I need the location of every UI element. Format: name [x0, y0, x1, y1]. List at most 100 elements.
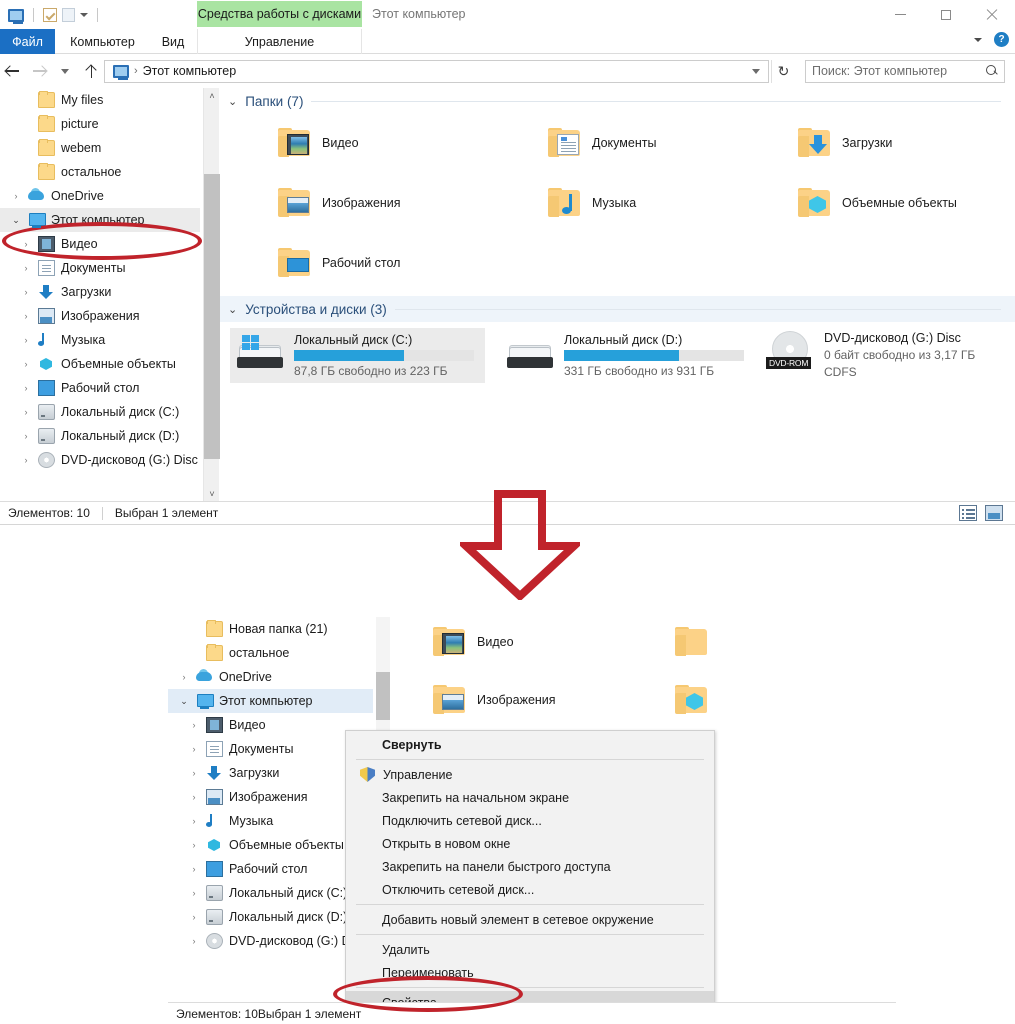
folder-tile-desktop[interactable]: Рабочий стол: [278, 248, 400, 278]
chevron-right-icon[interactable]: ›: [10, 191, 22, 201]
navigation-scrollbar[interactable]: ˄ ˅: [203, 88, 219, 502]
chevron-right-icon[interactable]: ›: [188, 936, 200, 946]
details-view-button[interactable]: [959, 505, 977, 521]
sidebar-item-5[interactable]: ›Документы: [168, 737, 373, 761]
folder-tile-music[interactable]: Музыка: [548, 188, 636, 218]
menu-item-3[interactable]: Закрепить на начальном экране: [346, 786, 714, 809]
help-icon[interactable]: ?: [994, 32, 1009, 47]
chevron-right-icon[interactable]: ›: [20, 311, 32, 321]
chevron-right-icon[interactable]: ›: [188, 816, 200, 826]
back-button[interactable]: [0, 58, 26, 84]
chevron-down-icon[interactable]: [80, 13, 88, 17]
folder-tile-documents[interactable]: Документы: [548, 128, 656, 158]
tab-manage[interactable]: Управление: [197, 29, 362, 54]
recent-locations-button[interactable]: [52, 58, 78, 84]
address-dropdown-button[interactable]: [746, 69, 766, 74]
sidebar-item-8[interactable]: ›Загрузки: [0, 280, 200, 304]
chevron-right-icon[interactable]: ›: [20, 287, 32, 297]
tab-view[interactable]: Вид: [152, 29, 194, 54]
menu-item-5[interactable]: Открыть в новом окне: [346, 832, 714, 855]
drive-tile-d[interactable]: Локальный диск (D:) 331 ГБ свободно из 9…: [500, 328, 755, 383]
chevron-right-icon[interactable]: ›: [20, 263, 32, 273]
sidebar-item-13[interactable]: ›Локальный диск (C:): [0, 400, 200, 424]
sidebar-item-15[interactable]: ›DVD-дисковод (G:) Disc: [0, 448, 200, 472]
sidebar-item-6[interactable]: ›Видео: [0, 232, 200, 256]
sidebar-item-9[interactable]: ›Изображения: [0, 304, 200, 328]
sidebar-item-2[interactable]: ›OneDrive: [168, 665, 373, 689]
sidebar-item-0[interactable]: My files: [0, 88, 200, 112]
sidebar-item-7[interactable]: ›Изображения: [168, 785, 373, 809]
sidebar-item-12[interactable]: ›Локальный диск (D:): [168, 905, 373, 929]
chevron-right-icon[interactable]: ›: [188, 912, 200, 922]
breadcrumb[interactable]: › Этот компьютер: [107, 64, 236, 78]
refresh-button[interactable]: ↻: [771, 60, 795, 83]
properties-icon[interactable]: [43, 8, 57, 22]
context-menu[interactable]: СвернутьУправлениеЗакрепить на начальном…: [345, 730, 715, 1017]
chevron-right-icon[interactable]: ›: [20, 431, 32, 441]
sidebar-item-1[interactable]: picture: [0, 112, 200, 136]
sidebar-item-9[interactable]: ›Объемные объекты: [168, 833, 373, 857]
chevron-right-icon[interactable]: ›: [188, 864, 200, 874]
address-bar[interactable]: › Этот компьютер: [104, 60, 769, 83]
new-folder-icon[interactable]: [62, 8, 75, 22]
breadcrumb-current[interactable]: Этот компьютер: [143, 64, 236, 78]
chevron-right-icon[interactable]: ›: [20, 407, 32, 417]
sidebar-item-8[interactable]: ›Музыка: [168, 809, 373, 833]
menu-item-11[interactable]: Удалить: [346, 938, 714, 961]
sidebar-item-10[interactable]: ›Рабочий стол: [168, 857, 373, 881]
sidebar-item-3[interactable]: ⌄Этот компьютер: [168, 689, 373, 713]
chevron-down-icon[interactable]: ⌄: [178, 696, 190, 707]
tab-computer[interactable]: Компьютер: [60, 29, 145, 54]
contextual-tab-drive-tools[interactable]: Средства работы с дисками: [197, 1, 362, 27]
chevron-right-icon[interactable]: ›: [188, 720, 200, 730]
group-header-folders[interactable]: ⌄ Папки (7): [220, 88, 1015, 114]
scroll-up-button[interactable]: ˄: [204, 88, 220, 104]
chevron-down-icon[interactable]: ⌄: [228, 95, 237, 108]
folder-tile-video[interactable]: Видео: [433, 627, 514, 657]
scrollbar-thumb[interactable]: [376, 672, 390, 720]
chevron-right-icon[interactable]: ›: [20, 239, 32, 249]
minimize-button[interactable]: [877, 0, 923, 29]
sidebar-item-14[interactable]: ›Локальный диск (D:): [0, 424, 200, 448]
content-pane[interactable]: ⌄ Папки (7) Видео Документы Загрузк: [220, 88, 1015, 502]
up-button[interactable]: [78, 58, 104, 84]
menu-item-6[interactable]: Закрепить на панели быстрого доступа: [346, 855, 714, 878]
scroll-down-button[interactable]: ˅: [204, 486, 220, 502]
sidebar-item-11[interactable]: ›Локальный диск (C:): [168, 881, 373, 905]
chevron-down-icon[interactable]: [974, 38, 982, 42]
menu-item-12[interactable]: Переименовать: [346, 961, 714, 984]
search-input[interactable]: Поиск: Этот компьютер: [805, 60, 1005, 83]
sidebar-item-10[interactable]: ›Музыка: [0, 328, 200, 352]
chevron-down-icon[interactable]: ⌄: [228, 303, 237, 316]
drive-tile-c[interactable]: Локальный диск (C:) 87,8 ГБ свободно из …: [230, 328, 485, 383]
sidebar-item-13[interactable]: ›DVD-дисковод (G:) Dis: [168, 929, 373, 953]
chevron-right-icon[interactable]: ›: [20, 359, 32, 369]
sidebar-item-4[interactable]: ›OneDrive: [0, 184, 200, 208]
folder-tile-3d-objects[interactable]: Объемные объекты: [798, 188, 957, 218]
this-pc-icon[interactable]: [8, 9, 24, 22]
sidebar-item-3[interactable]: остальное: [0, 160, 200, 184]
chevron-right-icon[interactable]: ›: [188, 768, 200, 778]
sidebar-item-6[interactable]: ›Загрузки: [168, 761, 373, 785]
folder-tile-pictures[interactable]: Изображения: [278, 188, 401, 218]
chevron-right-icon[interactable]: ›: [188, 888, 200, 898]
sidebar-item-1[interactable]: остальное: [168, 641, 373, 665]
chevron-right-icon[interactable]: ›: [188, 840, 200, 850]
chevron-right-icon[interactable]: ›: [20, 383, 32, 393]
folder-icon-partial[interactable]: [675, 627, 709, 657]
chevron-right-icon[interactable]: ›: [178, 672, 190, 682]
folder-tile-pictures[interactable]: Изображения: [433, 685, 556, 715]
menu-item-2[interactable]: Управление: [346, 763, 714, 786]
close-button[interactable]: [969, 0, 1015, 29]
navigation-pane[interactable]: My filespicturewebemостальное›OneDrive⌄Э…: [0, 88, 200, 502]
chevron-right-icon[interactable]: ›: [20, 455, 32, 465]
sidebar-item-11[interactable]: ›Объемные объекты: [0, 352, 200, 376]
scrollbar-thumb[interactable]: [204, 174, 220, 459]
navigation-pane[interactable]: Новая папка (21)остальное›OneDrive⌄Этот …: [168, 617, 373, 1002]
chevron-right-icon[interactable]: ›: [20, 335, 32, 345]
menu-item-4[interactable]: Подключить сетевой диск...: [346, 809, 714, 832]
sidebar-item-4[interactable]: ›Видео: [168, 713, 373, 737]
tab-file[interactable]: Файл: [0, 29, 55, 54]
sidebar-item-0[interactable]: Новая папка (21): [168, 617, 373, 641]
folder-icon-partial[interactable]: [675, 685, 709, 715]
